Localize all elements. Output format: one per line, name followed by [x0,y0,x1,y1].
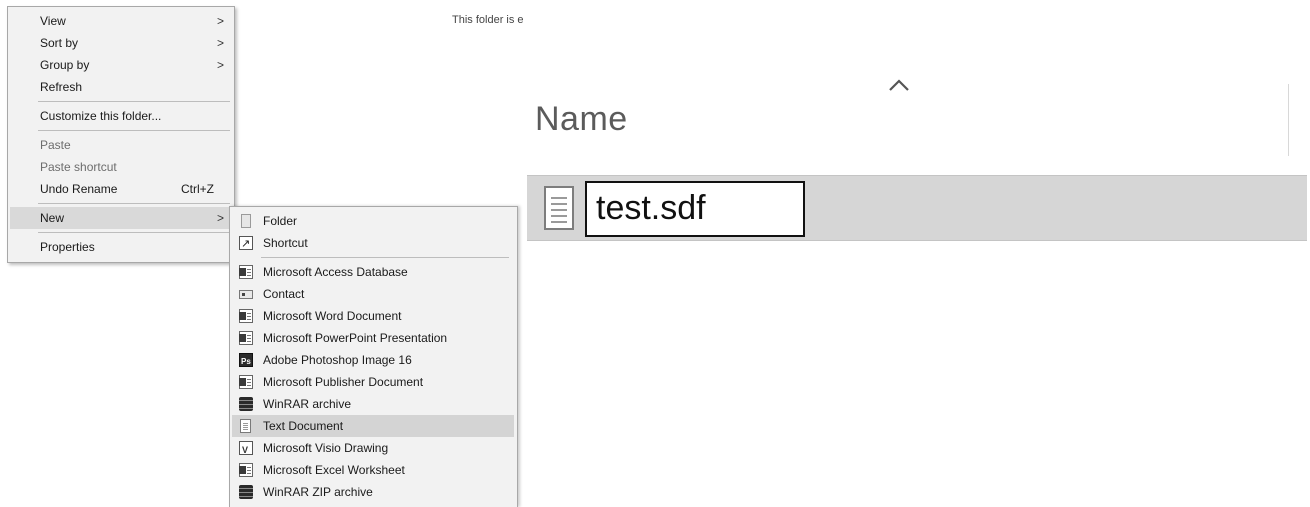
menu-item-undo-rename[interactable]: Undo Rename Ctrl+Z [10,178,232,200]
menu-item-customize-folder[interactable]: Customize this folder... [10,105,232,127]
menu-item-paste-shortcut[interactable]: Paste shortcut [10,156,232,178]
chevron-right-icon: > [216,14,224,28]
menu-item-label: Customize this folder... [40,109,162,123]
submenu-item-label: Microsoft Excel Worksheet [263,463,405,477]
chevron-right-icon: > [216,36,224,50]
submenu-item-powerpoint-presentation[interactable]: Microsoft PowerPoint Presentation [232,327,514,349]
powerpoint-icon [239,331,253,345]
chevron-right-icon: > [216,211,224,225]
visio-icon [239,439,253,461]
winrar-icon [239,397,253,411]
text-file-icon [544,186,574,230]
submenu-item-shortcut[interactable]: Shortcut [232,232,514,255]
menu-item-label: View [40,14,66,28]
file-row[interactable]: test.sdf [527,175,1307,241]
submenu-item-label: Adobe Photoshop Image 16 [263,353,412,367]
access-icon [239,265,253,279]
menu-item-label: Paste shortcut [40,160,117,174]
menu-item-label: Refresh [40,80,83,94]
name-column-header[interactable]: Name [535,100,628,139]
column-divider[interactable] [1288,84,1289,156]
folder-icon [241,214,251,228]
menu-item-group-by[interactable]: Group by > [10,54,232,76]
menu-item-label: Sort by [40,36,79,50]
submenu-item-folder[interactable]: Folder [232,210,514,232]
sort-ascending-icon[interactable] [888,78,910,92]
menu-separator [38,130,230,131]
context-menu: View > Sort by > Group by > Refresh Cust… [7,6,235,263]
submenu-item-winrar-archive[interactable]: WinRAR archive [232,393,514,415]
submenu-item-label: WinRAR ZIP archive [263,485,373,499]
chevron-right-icon: > [216,58,224,72]
submenu-item-label: Microsoft Word Document [263,309,402,323]
submenu-item-access-database[interactable]: Microsoft Access Database [232,261,514,283]
photoshop-icon [239,351,253,373]
menu-item-new[interactable]: New > [10,207,232,229]
empty-folder-message: This folder is e [452,14,524,26]
menu-item-sort-by[interactable]: Sort by > [10,32,232,54]
text-document-icon [240,419,251,433]
excel-icon [239,463,253,477]
menu-separator [38,232,230,233]
menu-item-view[interactable]: View > [10,10,232,32]
menu-item-label: Properties [40,240,95,254]
menu-item-refresh[interactable]: Refresh [10,76,232,98]
menu-item-label: Paste [40,138,71,152]
submenu-item-excel-worksheet[interactable]: Microsoft Excel Worksheet [232,459,514,481]
winrar-zip-icon [239,485,253,499]
submenu-item-label: Shortcut [263,236,308,250]
word-icon [239,309,253,323]
submenu-item-photoshop-image[interactable]: Adobe Photoshop Image 16 [232,349,514,373]
submenu-item-label: Folder [263,214,298,228]
submenu-item-label: Microsoft Publisher Document [263,375,424,389]
menu-separator [38,203,230,204]
submenu-item-visio-drawing[interactable]: Microsoft Visio Drawing [232,437,514,461]
shortcut-icon [239,233,253,255]
menu-item-label: New [40,211,65,225]
submenu-item-label: Contact [263,287,305,301]
submenu-item-label: Microsoft PowerPoint Presentation [263,331,448,345]
menu-item-paste[interactable]: Paste [10,134,232,156]
rename-input[interactable]: test.sdf [585,181,805,237]
submenu-item-word-document[interactable]: Microsoft Word Document [232,305,514,327]
menu-item-label: Group by [40,58,90,72]
publisher-icon [239,375,253,389]
submenu-item-text-document[interactable]: Text Document [232,415,514,437]
new-submenu: Folder Shortcut Microsoft Access Databas… [229,206,518,507]
desktop-stage: View > Sort by > Group by > Refresh Cust… [0,0,1310,507]
submenu-item-label: Text Document [263,419,344,433]
submenu-item-publisher-document[interactable]: Microsoft Publisher Document [232,371,514,393]
menu-item-properties[interactable]: Properties [10,236,232,258]
submenu-separator [261,257,509,258]
menu-item-shortcut: Ctrl+Z [181,182,214,196]
submenu-item-label: Microsoft Access Database [263,265,408,279]
submenu-item-label: WinRAR archive [263,397,352,411]
contact-icon [239,290,253,299]
submenu-item-contact[interactable]: Contact [232,283,514,305]
submenu-item-label: Microsoft Visio Drawing [263,441,389,455]
menu-separator [38,101,230,102]
menu-item-label: Undo Rename [40,182,118,196]
submenu-item-winrar-zip-archive[interactable]: WinRAR ZIP archive [232,481,514,503]
